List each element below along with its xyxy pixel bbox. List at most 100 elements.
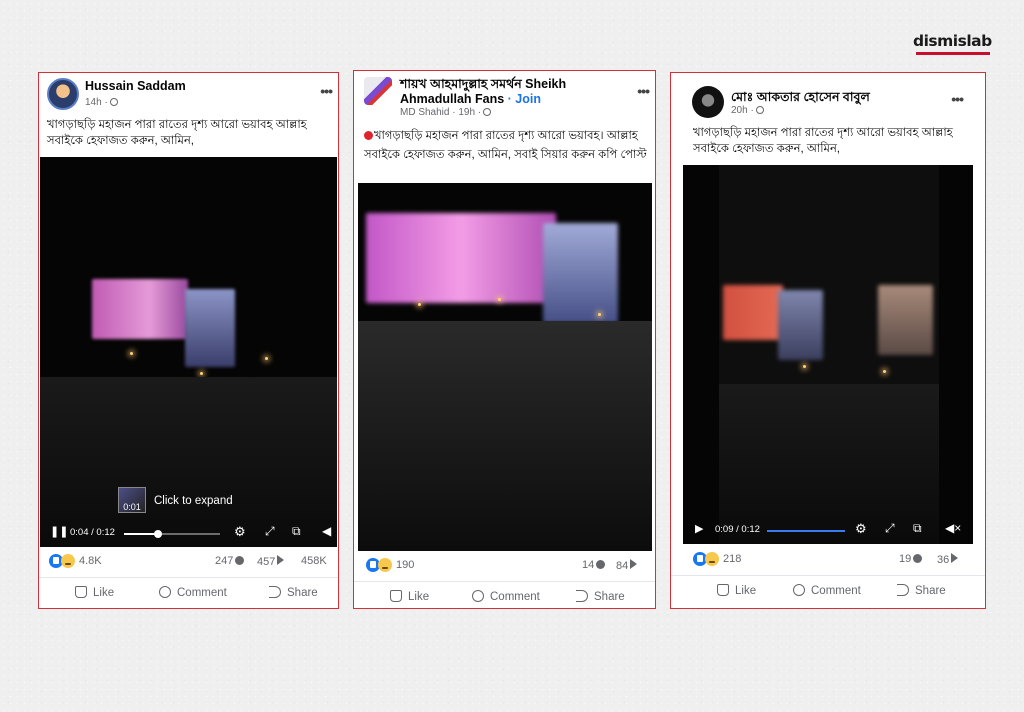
settings-gear-icon[interactable]: ⚙ (855, 521, 867, 537)
share-button[interactable]: Share (269, 586, 318, 599)
video-progress[interactable] (767, 530, 845, 532)
comment-count-icon (913, 554, 923, 563)
comment-count[interactable]: 247 (215, 555, 245, 567)
video-scene (778, 290, 823, 360)
video-light (200, 372, 203, 375)
play-icon[interactable]: ▶ (695, 522, 703, 535)
share-icon (897, 584, 909, 596)
picture-in-picture-icon[interactable]: ⧉ (292, 524, 301, 539)
timestamp[interactable]: 14h · (85, 97, 108, 108)
post-header: Hussain Saddam 14h · ••• (39, 73, 338, 117)
video-progress[interactable] (124, 530, 220, 538)
post-caption: খাগড়াছড়ি মহাজন পারা রাতের দৃশ্য আরো ভয… (693, 127, 953, 155)
video-light (418, 303, 421, 306)
sad-reaction-icon (61, 554, 75, 568)
facebook-post-1: Hussain Saddam 14h · ••• খাগড়াছড়ি মহাজ… (38, 72, 339, 609)
post-stats: 190 14 84 (354, 555, 655, 577)
video-light (498, 298, 501, 301)
share-icon (576, 590, 588, 602)
like-button[interactable]: Like (717, 584, 756, 597)
pause-icon[interactable]: ❚❚ (50, 525, 68, 538)
comment-icon (793, 584, 805, 596)
share-count-icon (951, 553, 959, 563)
video-light (265, 357, 268, 360)
comment-icon (472, 590, 484, 602)
click-to-expand[interactable]: Click to expand (154, 495, 233, 507)
video-scene (92, 279, 188, 339)
share-button[interactable]: Share (897, 584, 946, 597)
comment-count-icon (235, 556, 245, 565)
fullscreen-icon[interactable]: ⤢ (885, 521, 895, 536)
post-actions: Like Comment Share (671, 575, 985, 603)
share-button[interactable]: Share (576, 590, 625, 603)
comment-button[interactable]: Comment (472, 590, 540, 603)
timestamp[interactable]: MD Shahid · 19h · (400, 107, 481, 118)
comment-count[interactable]: 19 (899, 553, 923, 565)
reaction-count[interactable]: 190 (396, 559, 414, 571)
like-icon (390, 590, 402, 602)
settings-gear-icon[interactable]: ⚙ (234, 524, 246, 540)
comment-button[interactable]: Comment (793, 584, 861, 597)
red-circle-icon (364, 131, 373, 140)
picture-in-picture-icon[interactable]: ⧉ (913, 521, 922, 536)
more-options-icon[interactable]: ••• (951, 91, 964, 107)
author-name[interactable]: Hussain Saddam (85, 79, 186, 93)
dismislab-logo: dismislab (913, 32, 992, 50)
like-icon (717, 584, 729, 596)
volume-icon[interactable]: ◀ (322, 524, 331, 538)
like-button[interactable]: Like (390, 590, 429, 603)
post-video[interactable]: ▶ 0:09 / 0:12 ⚙ ⤢ ⧉ ◀× (683, 165, 973, 544)
post-stats: 4.8K 247 457 458K (39, 551, 338, 573)
post-header: শায়খ আহমাদুল্লাহ সমর্থন Sheikh Ahmadull… (354, 71, 655, 118)
post-caption: খাগড়াছড়ি মহাজন পারা রাতের দৃশ্য আরো ভয… (47, 119, 307, 147)
mute-icon[interactable]: ◀× (945, 521, 961, 535)
more-options-icon[interactable]: ••• (320, 83, 333, 99)
video-time: 0:09 / 0:12 (715, 524, 760, 535)
video-crowd (358, 321, 652, 551)
video-controls: ▶ 0:09 / 0:12 ⚙ ⤢ ⧉ ◀× (683, 518, 973, 544)
post-video[interactable]: 0:01 Click to expand ❚❚ 0:04 / 0:12 ⚙ ⤢ … (40, 157, 337, 547)
reaction-count[interactable]: 4.8K (79, 555, 102, 567)
sad-reaction-icon (705, 552, 719, 566)
video-scene (366, 213, 556, 303)
post-meta: MD Shahid · 19h · (400, 107, 492, 118)
avatar[interactable] (47, 78, 79, 110)
share-count-icon (277, 555, 285, 565)
more-options-icon[interactable]: ••• (637, 83, 650, 99)
expand-thumbnail[interactable]: 0:01 (118, 487, 146, 513)
join-link[interactable]: · Join (508, 92, 541, 106)
sad-reaction-icon (378, 558, 392, 572)
author-name[interactable]: শায়খ আহমাদুল্লাহ সমর্থন Sheikh Ahmadull… (400, 77, 625, 107)
video-light (130, 352, 133, 355)
post-meta: 14h · (85, 97, 118, 108)
timestamp[interactable]: 20h · (731, 105, 754, 116)
comment-button[interactable]: Comment (159, 586, 227, 599)
globe-icon (755, 106, 764, 114)
share-count[interactable]: 457 (257, 555, 285, 568)
like-button[interactable]: Like (75, 586, 114, 599)
facebook-post-3: মোঃ আকতার হোসেন বাবুল 20h · ••• খাগড়াছড… (670, 72, 986, 609)
like-icon (75, 586, 87, 598)
post-meta: 20h · (731, 105, 764, 116)
video-scene (185, 289, 235, 367)
post-actions: Like Comment Share (354, 581, 655, 608)
share-count[interactable]: 84 (616, 559, 638, 572)
share-count[interactable]: 36 (937, 553, 959, 566)
comment-icon (159, 586, 171, 598)
group-avatar[interactable] (364, 77, 392, 105)
video-light (883, 370, 886, 373)
comment-count[interactable]: 14 (582, 559, 606, 571)
comment-count-icon (596, 560, 606, 569)
share-icon (269, 586, 281, 598)
fullscreen-icon[interactable]: ⤢ (265, 524, 275, 539)
video-scene (543, 223, 618, 323)
reaction-count[interactable]: 218 (723, 553, 741, 565)
post-video[interactable] (358, 183, 652, 551)
logo-underline (916, 52, 990, 55)
post-stats: 218 19 36 (671, 549, 985, 571)
video-scene (878, 285, 933, 355)
video-light (598, 313, 601, 316)
video-time: 0:04 / 0:12 (70, 527, 115, 538)
view-count: 458K (301, 555, 327, 567)
avatar[interactable] (692, 86, 724, 118)
